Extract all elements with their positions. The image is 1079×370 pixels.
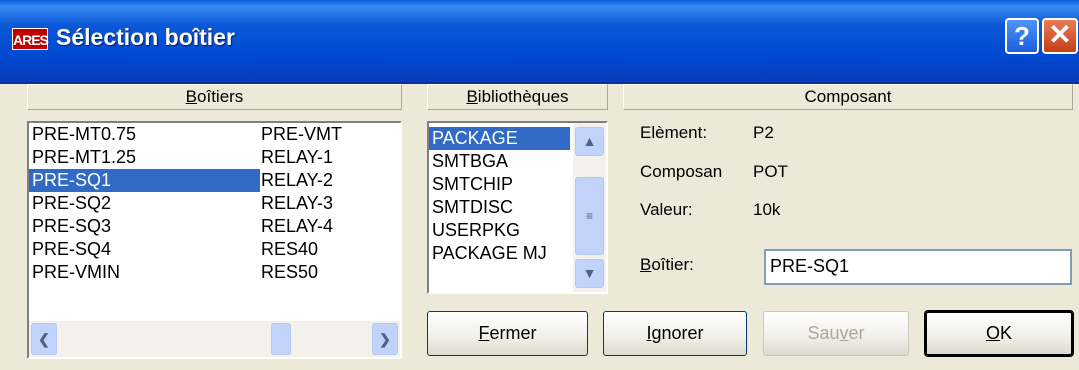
package-item[interactable]: PRE-VMT (258, 123, 342, 146)
package-item[interactable]: PRE-VMIN (29, 261, 120, 284)
package-item[interactable]: RELAY-3 (258, 192, 333, 215)
package-item[interactable]: PRE-MT1.25 (29, 146, 136, 169)
valeur-label: Valeur: (640, 200, 693, 219)
sauver-button[interactable]: Sauver (763, 311, 909, 356)
fermer-accel: F (478, 323, 490, 343)
ignorer-rest: gnorer (651, 323, 704, 343)
library-item[interactable]: SMTCHIP (429, 173, 513, 196)
package-item[interactable]: RELAY-1 (258, 146, 333, 169)
element-label: Elèment: (640, 123, 708, 142)
boitier-label: Boîtier: (640, 255, 694, 275)
scroll-left-button[interactable]: ❮ (31, 323, 57, 355)
package-item-selected[interactable]: PRE-SQ1 (29, 169, 260, 192)
fermer-rest: ermer (489, 323, 537, 343)
packages-header-rest: oîtiers (197, 87, 244, 106)
libraries-listbox[interactable]: PACKAGE SMTBGA SMTCHIP SMTDISC USERPKG P… (427, 121, 608, 294)
hscroll-thumb[interactable] (271, 323, 291, 355)
library-item[interactable]: PACKAGE MJ (429, 242, 547, 265)
vscroll-thumb[interactable]: ≡ (575, 177, 604, 255)
valeur-value: 10k (753, 200, 781, 219)
scroll-right-button[interactable]: ❯ (372, 323, 398, 355)
title-bar[interactable]: ARES Sélection boîtier ? ✕ (0, 0, 1079, 84)
libraries-header: Bibliothèques (427, 84, 608, 110)
component-header: Composant (623, 84, 1073, 110)
package-item[interactable]: RES40 (258, 238, 318, 261)
package-item[interactable]: PRE-MT0.75 (29, 123, 136, 146)
ok-button[interactable]: OK (924, 310, 1074, 357)
library-item[interactable]: SMTDISC (429, 196, 513, 219)
window-title: Sélection boîtier (56, 24, 235, 50)
package-item[interactable]: RELAY-4 (258, 215, 333, 238)
dialog-window: ARES Sélection boîtier ? ✕ Boîtiers PRE-… (0, 0, 1079, 370)
composant-label: Composan (640, 162, 723, 181)
chevron-down-icon: ▼ (582, 265, 597, 281)
boitier-label-rest: oîtier: (651, 255, 694, 274)
sauver-accel: v (839, 323, 849, 343)
element-value: P2 (753, 123, 774, 142)
package-item[interactable]: RES50 (258, 261, 318, 284)
package-item[interactable]: PRE-SQ3 (29, 215, 111, 238)
library-item-selected[interactable]: PACKAGE (429, 127, 570, 150)
scroll-down-button[interactable]: ▼ (575, 259, 604, 288)
boitier-input[interactable]: PRE-SQ1 (764, 249, 1072, 285)
packages-hscrollbar[interactable] (29, 321, 400, 357)
chevron-left-icon: ❮ (38, 331, 50, 347)
library-item[interactable]: USERPKG (429, 219, 520, 242)
ok-accel: O (985, 323, 1000, 343)
package-item[interactable]: PRE-SQ4 (29, 238, 111, 261)
boitier-label-accel: B (640, 255, 652, 274)
close-window-button[interactable]: ✕ (1042, 18, 1078, 54)
package-item[interactable]: PRE-SQ2 (29, 192, 111, 215)
libraries-header-accel: B (466, 87, 478, 106)
composant-value: POT (753, 162, 788, 181)
package-item[interactable]: RELAY-2 (258, 169, 333, 192)
ares-app-icon: ARES (12, 28, 49, 50)
ok-rest: K (1000, 323, 1013, 343)
help-button[interactable]: ? (1005, 18, 1039, 54)
library-item[interactable]: SMTBGA (429, 150, 508, 173)
sauver-pre: Sau (807, 323, 840, 343)
packages-header-accel: B (185, 87, 198, 106)
packages-header: Boîtiers (27, 84, 402, 110)
scroll-up-button[interactable]: ▲ (575, 127, 604, 156)
chevron-up-icon: ▲ (582, 133, 597, 149)
fermer-button[interactable]: Fermer (427, 311, 588, 356)
sauver-rest: er (848, 323, 865, 343)
chevron-right-icon: ❯ (379, 331, 391, 347)
packages-listbox[interactable]: PRE-MT0.75 PRE-MT1.25 PRE-SQ1 PRE-SQ2 PR… (27, 121, 402, 359)
libraries-header-rest: ibliothèques (477, 87, 569, 106)
ignorer-button[interactable]: Ignorer (603, 311, 747, 356)
